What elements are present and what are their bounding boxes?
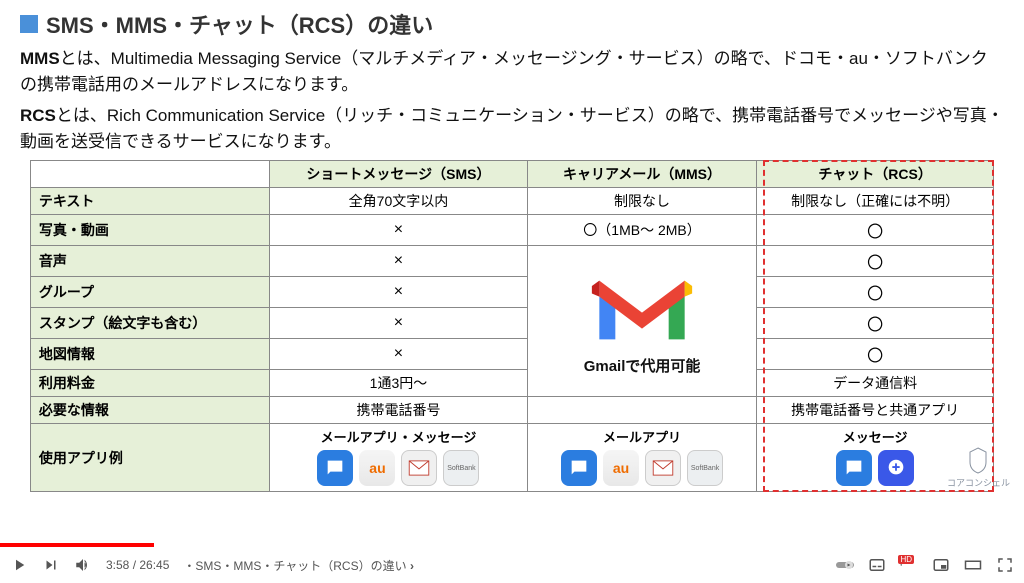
mail-icon	[645, 450, 681, 486]
time-display: 3:58 / 26:45	[106, 558, 169, 572]
play-button[interactable]	[10, 556, 28, 574]
apps-mms: メールアプリ au SoftBank	[527, 424, 756, 492]
video-controls: 3:58 / 26:45 ・SMS・MMS・チャット（RCS）の違い › HD	[0, 547, 1024, 583]
softbank-icon: SoftBank	[443, 450, 479, 486]
volume-button[interactable]	[74, 556, 92, 574]
description-rcs: RCSとは、Rich Communication Service（リッチ・コミュ…	[20, 103, 1004, 154]
slide-title: SMS・MMS・チャット（RCS）の違い	[46, 8, 433, 40]
row-label: 音声	[30, 246, 269, 277]
row-label: 写真・動画	[30, 215, 269, 246]
row-label: 利用料金	[30, 370, 269, 397]
messages-icon	[836, 450, 872, 486]
slide-content: SMS・MMS・チャット（RCS）の違い MMSとは、Multimedia Me…	[0, 0, 1024, 492]
fullscreen-button[interactable]	[996, 556, 1014, 574]
col-header-mms: キャリアメール（MMS）	[527, 161, 756, 188]
au-icon: au	[359, 450, 395, 486]
row-label: スタンプ（絵文字も含む）	[30, 308, 269, 339]
row-label: 地図情報	[30, 339, 269, 370]
gmail-cell: Gmailで代用可能	[527, 246, 756, 397]
title-bullet-icon	[20, 15, 38, 33]
row-label: 使用アプリ例	[30, 424, 269, 492]
plus-message-icon	[878, 450, 914, 486]
autoplay-toggle[interactable]	[836, 556, 854, 574]
mail-icon	[401, 450, 437, 486]
theater-button[interactable]	[964, 556, 982, 574]
gmail-icon	[587, 270, 697, 350]
gmail-sub-text: Gmailで代用可能	[534, 355, 750, 376]
row-label: グループ	[30, 277, 269, 308]
col-header-sms: ショートメッセージ（SMS）	[269, 161, 527, 188]
col-header-rcs: チャット（RCS）	[757, 161, 994, 188]
row-label: テキスト	[30, 188, 269, 215]
au-icon: au	[603, 450, 639, 486]
apps-sms: メールアプリ・メッセージ au SoftBank	[269, 424, 527, 492]
next-button[interactable]	[42, 556, 60, 574]
description-mms: MMSとは、Multimedia Messaging Service（マルチメデ…	[20, 46, 1004, 97]
subtitles-button[interactable]	[868, 556, 886, 574]
settings-button[interactable]: HD	[900, 556, 918, 574]
messages-icon	[561, 450, 597, 486]
title-row: SMS・MMS・チャット（RCS）の違い	[20, 8, 1004, 40]
row-label: 必要な情報	[30, 397, 269, 424]
messages-icon	[317, 450, 353, 486]
chapter-title[interactable]: ・SMS・MMS・チャット（RCS）の違い ›	[183, 557, 414, 574]
miniplayer-button[interactable]	[932, 556, 950, 574]
watermark: コアコンシェル	[947, 446, 1010, 489]
comparison-table: ショートメッセージ（SMS） キャリアメール（MMS） チャット（RCS） テキ…	[30, 160, 994, 492]
softbank-icon: SoftBank	[687, 450, 723, 486]
